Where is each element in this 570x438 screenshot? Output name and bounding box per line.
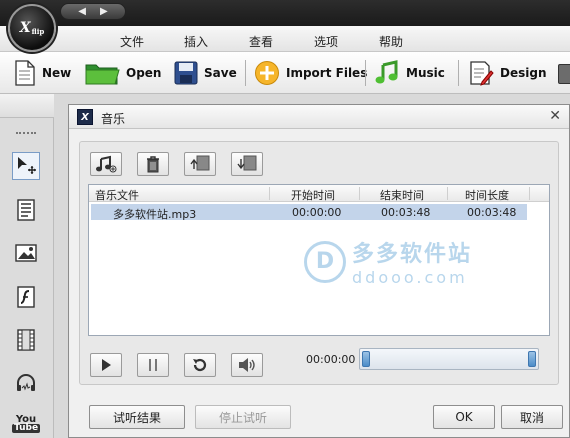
- logo-letter: X: [19, 20, 31, 36]
- list-header: 音乐文件 开始时间 结束时间 时间长度: [89, 185, 549, 202]
- menu-options[interactable]: 选项: [314, 33, 338, 50]
- open-button[interactable]: Open: [84, 58, 161, 88]
- import-files-label: Import Files: [286, 66, 368, 80]
- speaker-icon: [239, 358, 255, 372]
- flash-tool[interactable]: [12, 283, 40, 311]
- cancel-button[interactable]: 取消: [501, 405, 563, 429]
- new-document-icon: [15, 60, 35, 86]
- new-button[interactable]: New: [14, 58, 71, 88]
- replay-button[interactable]: [184, 353, 216, 377]
- new-label: New: [42, 66, 72, 80]
- design-document-icon: [470, 61, 494, 86]
- menu-file[interactable]: 文件: [120, 33, 144, 50]
- ok-button[interactable]: OK: [433, 405, 495, 429]
- menu-insert[interactable]: 插入: [184, 33, 208, 50]
- music-dialog: X 音乐 ✕ 音乐文件 开始时间 结束时间 时间长度 多多软件站.mp3 00:…: [68, 104, 570, 438]
- film-strip-icon: [17, 329, 35, 351]
- add-music-button[interactable]: [90, 152, 122, 176]
- column-divider: [269, 187, 270, 200]
- menu-view[interactable]: 查看: [249, 33, 273, 50]
- navigation-arrows[interactable]: ◀ ▶: [60, 3, 126, 20]
- audio-tool[interactable]: [12, 369, 40, 397]
- column-divider: [529, 187, 530, 200]
- move-up-button[interactable]: [184, 152, 216, 176]
- dialog-title: 音乐: [101, 112, 126, 126]
- playback-range-slider[interactable]: [359, 348, 539, 370]
- delete-button[interactable]: [137, 152, 169, 176]
- save-label: Save: [204, 66, 237, 80]
- replay-icon: [193, 358, 207, 372]
- pause-icon: [149, 359, 157, 371]
- app-logo[interactable]: Xflip: [8, 4, 56, 52]
- music-label: Music: [406, 66, 445, 80]
- music-button[interactable]: Music: [374, 58, 445, 88]
- playback-time: 00:00:00: [306, 353, 356, 366]
- column-divider: [359, 187, 360, 200]
- text-document-icon: [17, 199, 35, 221]
- title-bar: ◀ ▶: [0, 0, 570, 26]
- main-toolbar: New Open Save Import Files Music Design: [0, 52, 570, 94]
- close-icon[interactable]: ✕: [549, 108, 561, 124]
- row-end: 00:03:48: [381, 206, 431, 219]
- design-label: Design: [500, 66, 547, 80]
- toolbar-separator: [245, 60, 246, 86]
- open-label: Open: [126, 66, 162, 80]
- add-music-icon: [96, 155, 117, 173]
- music-list[interactable]: 音乐文件 开始时间 结束时间 时间长度 多多软件站.mp3 00:00:00 0…: [88, 184, 550, 336]
- floppy-disk-icon: [174, 61, 198, 85]
- extra-toolbar-icon[interactable]: [558, 64, 570, 84]
- move-down-icon: [237, 155, 257, 171]
- back-arrow-icon[interactable]: ◀: [78, 6, 86, 17]
- logo-sub: flip: [31, 26, 45, 36]
- image-tool[interactable]: [12, 239, 40, 267]
- design-button[interactable]: Design: [468, 58, 547, 88]
- column-music-file[interactable]: 音乐文件: [95, 187, 139, 203]
- column-divider: [447, 187, 448, 200]
- tool-panel-header: [0, 94, 54, 118]
- flash-icon: [17, 286, 35, 308]
- text-tool[interactable]: [12, 196, 40, 224]
- column-end-time[interactable]: 结束时间: [380, 187, 424, 203]
- add-circle-icon: [255, 61, 279, 85]
- image-icon: [15, 244, 37, 262]
- range-start-handle[interactable]: [362, 351, 370, 367]
- stop-preview-button[interactable]: 停止试听: [195, 405, 291, 429]
- headphones-icon: [17, 374, 35, 391]
- dialog-title-bar[interactable]: X 音乐 ✕: [69, 105, 569, 129]
- column-start-time[interactable]: 开始时间: [291, 187, 335, 203]
- toolbar-separator: [458, 60, 459, 86]
- music-note-icon: [375, 60, 398, 84]
- row-start: 00:00:00: [292, 206, 342, 219]
- menu-help[interactable]: 帮助: [379, 33, 403, 50]
- column-length[interactable]: 时间长度: [465, 187, 509, 203]
- import-files-button[interactable]: Import Files: [254, 58, 367, 88]
- volume-button[interactable]: [231, 353, 263, 377]
- xflip-icon: X: [77, 109, 93, 125]
- pause-button[interactable]: [137, 353, 169, 377]
- left-tool-panel: You Tube: [0, 94, 54, 438]
- forward-arrow-icon[interactable]: ▶: [100, 6, 108, 17]
- open-folder-icon: [85, 64, 120, 85]
- move-down-button[interactable]: [231, 152, 263, 176]
- pointer-move-icon: [18, 157, 36, 174]
- trash-icon: [147, 156, 159, 173]
- row-length: 00:03:48: [467, 206, 517, 219]
- preview-result-button[interactable]: 试听结果: [89, 405, 185, 429]
- video-tool[interactable]: [12, 326, 40, 354]
- menu-bar: 文件 插入 查看 选项 帮助: [0, 26, 570, 52]
- panel-grip[interactable]: [16, 132, 36, 134]
- table-row[interactable]: 多多软件站.mp3 00:00:00 00:03:48 00:03:48: [91, 204, 527, 221]
- row-file: 多多软件站.mp3: [113, 208, 197, 221]
- range-end-handle[interactable]: [528, 351, 536, 367]
- youtube-icon-bottom: Tube: [11, 423, 41, 433]
- play-icon: [102, 359, 111, 371]
- move-up-icon: [190, 155, 210, 171]
- save-button[interactable]: Save: [174, 58, 237, 88]
- pointer-move-tool[interactable]: [12, 152, 40, 180]
- music-panel: 音乐文件 开始时间 结束时间 时间长度 多多软件站.mp3 00:00:00 0…: [79, 141, 559, 385]
- toolbar-separator: [365, 60, 366, 86]
- youtube-tool[interactable]: You Tube: [11, 410, 41, 438]
- play-button[interactable]: [90, 353, 122, 377]
